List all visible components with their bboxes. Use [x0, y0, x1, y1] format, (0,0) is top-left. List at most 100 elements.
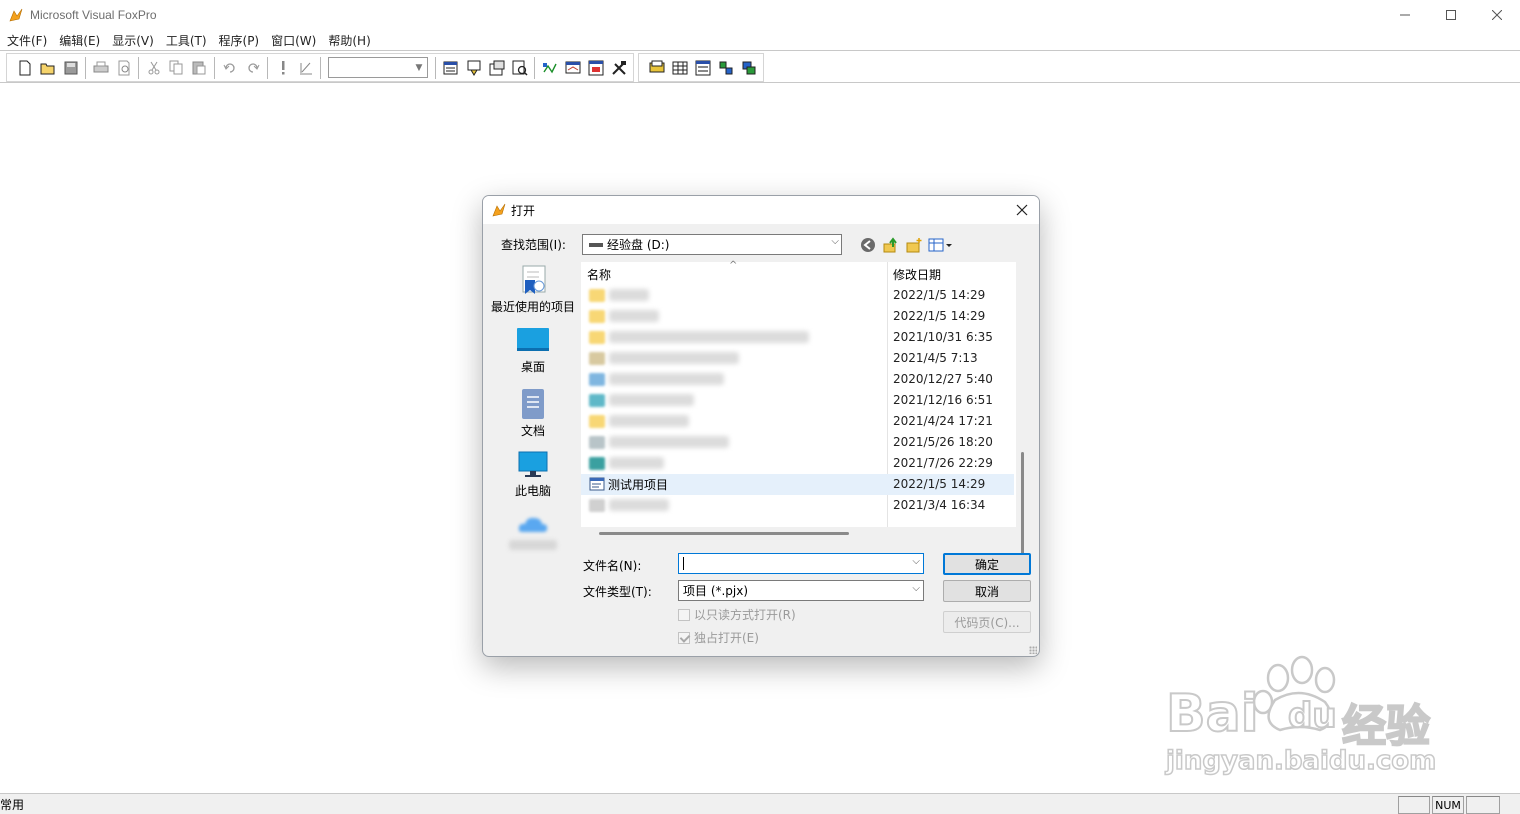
resize-grip[interactable] [1029, 646, 1037, 654]
menu-edit[interactable]: 编辑(E) [54, 32, 107, 49]
menu-view[interactable]: 显示(V) [107, 32, 161, 49]
menu-tools[interactable]: 工具(T) [161, 32, 214, 49]
paste-button[interactable] [188, 57, 211, 79]
run-button[interactable] [271, 57, 294, 79]
up-folder-button[interactable] [880, 235, 902, 255]
print-button[interactable] [89, 57, 112, 79]
undo-icon [223, 62, 235, 73]
file-name-blurred [609, 499, 669, 511]
save-button[interactable] [59, 57, 82, 79]
file-list-header: ^ 名称 修改日期 [581, 260, 1016, 284]
filename-input[interactable]: ⌵ [678, 553, 924, 574]
ok-button[interactable]: 确定 [943, 553, 1031, 575]
toolbox-icon [611, 60, 626, 75]
file-date: 2022/1/5 14:29 [893, 477, 986, 491]
close-button[interactable] [1474, 0, 1520, 30]
column-name-header[interactable]: 名称 [587, 266, 611, 283]
menu-window[interactable]: 窗口(W) [266, 32, 323, 49]
redo-button[interactable] [241, 57, 264, 79]
menu-help[interactable]: 帮助(H) [323, 32, 377, 49]
onedrive-icon [518, 517, 548, 532]
exclusive-checkbox[interactable]: 独占打开(E) [678, 629, 759, 646]
file-icon [589, 372, 605, 386]
connect-button[interactable] [714, 57, 737, 79]
up-folder-icon [883, 237, 897, 253]
place-this-pc[interactable]: 此电脑 [489, 450, 577, 499]
exclusive-checkbox-box[interactable] [678, 631, 690, 644]
cancel-button[interactable]: 取消 [943, 580, 1031, 602]
code-window-icon [512, 60, 528, 76]
maximize-icon [1446, 10, 1456, 20]
remote-view-button[interactable] [737, 57, 760, 79]
file-row[interactable]: 2021/7/26 22:29 [581, 453, 1014, 474]
toolbox-button[interactable] [607, 57, 630, 79]
modify-form-button[interactable] [294, 57, 317, 79]
watermark-url: jingyan.baidu.com [1165, 745, 1437, 777]
file-row[interactable]: 2021/10/31 6:35 [581, 327, 1014, 348]
menu-program[interactable]: 程序(P) [214, 32, 267, 49]
database-combo[interactable]: ▼ [328, 57, 428, 78]
file-name: 测试用项目 [608, 477, 669, 492]
open-button[interactable] [36, 57, 59, 79]
copy-button[interactable] [165, 57, 188, 79]
file-row[interactable]: 2020/12/27 5:40 [581, 369, 1014, 390]
status-bar: 常用 NUM [0, 793, 1520, 814]
place-recent[interactable]: 最近使用的项目 [489, 264, 577, 315]
file-row-selected[interactable]: 测试用项目 2022/1/5 14:29 [581, 474, 1014, 495]
lookin-combo[interactable]: 经验盘 (D:) ⌵ [582, 234, 842, 255]
file-name-blurred [609, 373, 724, 385]
folder-icon [589, 309, 605, 323]
place-onedrive[interactable] [489, 512, 577, 550]
sort-ascending-icon: ^ [729, 260, 738, 271]
file-row[interactable]: 2021/5/26 18:20 [581, 432, 1014, 453]
print-preview-button[interactable] [112, 57, 135, 79]
new-folder-button[interactable] [903, 235, 925, 255]
file-row[interactable]: 2021/4/24 17:21 [581, 411, 1014, 432]
report-designer-button[interactable] [561, 57, 584, 79]
file-list[interactable]: ^ 名称 修改日期 2022/1/5 14:29 2022/1/5 14:29 … [581, 260, 1024, 574]
grid-icon [672, 61, 687, 74]
data-session-button[interactable] [462, 57, 485, 79]
report-designer-icon [565, 61, 580, 73]
place-documents[interactable]: 文档 [489, 388, 577, 439]
toolbar-separator [435, 56, 436, 79]
file-row[interactable]: 2021/12/16 6:51 [581, 390, 1014, 411]
filetype-select[interactable]: 项目 (*.pjx) ⌵ [678, 580, 924, 601]
form-button[interactable] [691, 57, 714, 79]
readonly-checkbox[interactable]: 以只读方式打开(R) [678, 606, 796, 623]
this-pc-icon [518, 451, 548, 477]
file-name-blurred [609, 394, 694, 406]
foxpro-logo-icon [9, 8, 23, 22]
readonly-checkbox-box[interactable] [678, 608, 690, 621]
code-window-button[interactable] [508, 57, 531, 79]
file-row[interactable]: 2022/1/5 14:29 [581, 285, 1014, 306]
column-date-header[interactable]: 修改日期 [893, 266, 941, 283]
project-file-icon [589, 477, 605, 491]
maximize-button[interactable] [1428, 0, 1474, 30]
new-folder-icon [906, 238, 922, 253]
codepage-button[interactable]: 代码页(C)... [943, 611, 1031, 633]
minimize-button[interactable] [1382, 0, 1428, 30]
file-row[interactable]: 2021/3/4 16:34 [581, 495, 1014, 516]
file-row[interactable]: 2022/1/5 14:29 [581, 306, 1014, 327]
place-desktop[interactable]: 桌面 [489, 326, 577, 375]
form-wizard-button[interactable] [584, 57, 607, 79]
back-button[interactable] [857, 235, 879, 255]
properties-button[interactable] [485, 57, 508, 79]
file-row[interactable]: 2021/4/5 7:13 [581, 348, 1014, 369]
toolbar-separator [214, 56, 215, 79]
documents-icon [522, 389, 544, 419]
dialog-close-button[interactable] [1011, 200, 1033, 220]
undo-button[interactable] [218, 57, 241, 79]
command-window-button[interactable] [439, 57, 462, 79]
view-menu-button[interactable] [926, 235, 954, 255]
table-wizard-button[interactable] [645, 57, 668, 79]
cut-button[interactable] [142, 57, 165, 79]
window-title: Microsoft Visual FoxPro [30, 8, 157, 22]
new-button[interactable] [13, 57, 36, 79]
data-session-icon [467, 60, 480, 76]
horizontal-scrollbar[interactable] [599, 532, 849, 535]
menu-file[interactable]: 文件(F) [2, 32, 54, 49]
form-designer-button[interactable] [538, 57, 561, 79]
grid-button[interactable] [668, 57, 691, 79]
